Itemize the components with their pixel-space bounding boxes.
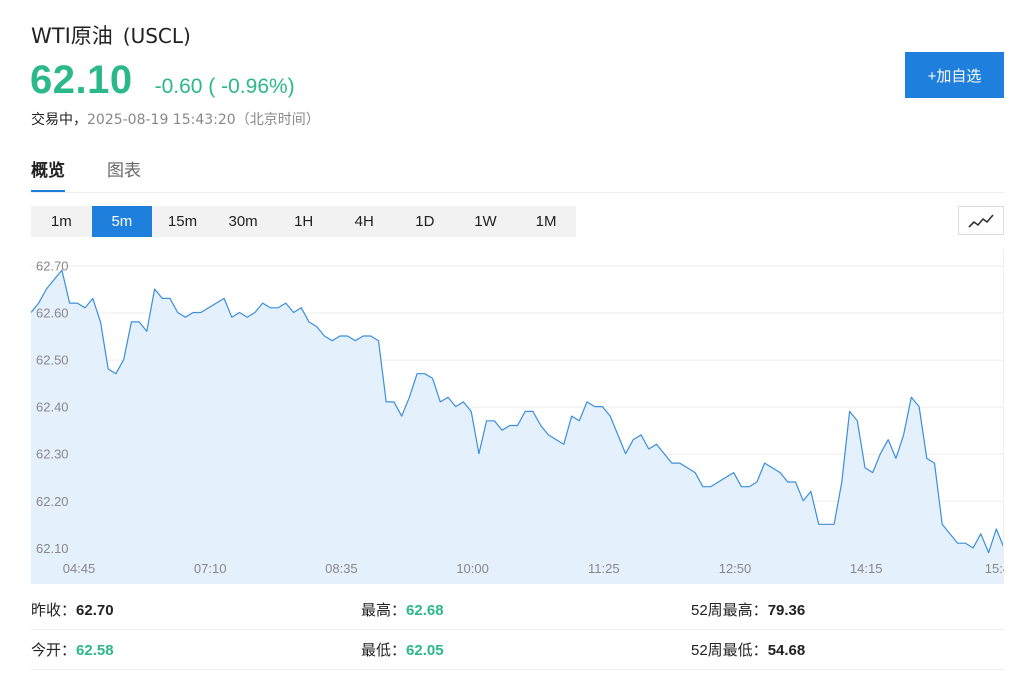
price-row: 62.10 -0.60 ( -0.96%)	[30, 58, 295, 103]
tab-bar: 概览 图表	[31, 156, 183, 193]
x-tick-label: 11:25	[588, 561, 620, 576]
interval-15m[interactable]: 15m	[152, 206, 213, 237]
stat-low: 最低： 62.05	[361, 639, 691, 660]
interval-30m[interactable]: 30m	[213, 206, 274, 237]
x-tick-label: 08:35	[325, 561, 358, 576]
instrument-name: WTI原油	[31, 24, 113, 48]
y-tick-label: 62.20	[36, 494, 69, 509]
stat-label: 今开：	[31, 642, 77, 659]
interval-4h[interactable]: 4H	[334, 206, 395, 237]
stat-value: 62.68	[406, 602, 444, 619]
stat-label: 最低：	[361, 642, 407, 659]
y-tick-label: 62.40	[36, 400, 69, 415]
interval-1w[interactable]: 1W	[455, 206, 516, 237]
y-tick-label: 62.60	[36, 305, 69, 320]
stat-label: 52周最高：	[691, 602, 768, 619]
stats-row: 昨收： 62.70 最高： 62.68 52周最高： 79.36	[31, 590, 1004, 630]
stat-52w-high: 52周最高： 79.36	[691, 599, 805, 620]
x-tick-label: 10:00	[456, 561, 489, 576]
last-price: 62.10	[30, 58, 133, 102]
stat-52w-low: 52周最低： 54.68	[691, 639, 805, 660]
stat-prev-close: 昨收： 62.70	[31, 599, 361, 620]
x-tick-label: 12:50	[719, 561, 752, 576]
stat-value: 79.36	[767, 602, 806, 619]
x-tick-label: 04:45	[63, 561, 96, 576]
price-chart-svg: 62.70 62.60 62.50 62.40 62.30 62.20 62.10 04:45…	[31, 250, 1004, 584]
instrument-code: (USCL)	[122, 24, 191, 48]
tab-chart[interactable]: 图表	[107, 156, 141, 193]
y-tick-label: 62.50	[36, 353, 69, 368]
status-timestamp: 2025-08-19 15:43:20（北京时间）	[87, 112, 320, 128]
tab-overview[interactable]: 概览	[31, 156, 65, 193]
x-tick-label: 14:15	[850, 561, 883, 576]
add-watchlist-button[interactable]: +加自选	[905, 52, 1004, 98]
x-tick-label: 15:4	[985, 561, 1004, 576]
stat-label: 52周最低：	[691, 642, 768, 659]
stat-open: 今开： 62.58	[31, 639, 361, 660]
stat-value: 62.70	[76, 602, 114, 619]
stat-value: 62.05	[406, 642, 444, 659]
stat-value: 54.68	[767, 642, 806, 659]
price-chart: 62.70 62.60 62.50 62.40 62.30 62.20 62.10 04:45…	[31, 250, 1004, 585]
interval-1d[interactable]: 1D	[395, 206, 456, 237]
y-tick-label: 62.10	[36, 541, 69, 556]
x-tick-label: 07:10	[194, 561, 227, 576]
chart-type-toggle[interactable]	[958, 206, 1004, 235]
status-label: 交易中，	[31, 112, 87, 128]
interval-1m[interactable]: 1m	[31, 206, 92, 237]
stat-value: 62.58	[76, 642, 114, 659]
stats-table: 昨收： 62.70 最高： 62.68 52周最高： 79.36 今开： 62.…	[31, 590, 1004, 670]
tab-divider	[31, 192, 1004, 193]
stat-label: 最高：	[361, 602, 407, 619]
y-tick-label: 62.30	[36, 447, 69, 462]
line-chart-icon	[968, 213, 994, 228]
y-tick-label: 62.70	[36, 258, 69, 273]
trading-status: 交易中，2025-08-19 15:43:20（北京时间）	[31, 109, 320, 129]
stat-high: 最高： 62.68	[361, 599, 691, 620]
interval-5m[interactable]: 5m	[91, 206, 153, 237]
interval-selector: 1m 5m 15m 30m 1H 4H 1D 1W 1M	[31, 206, 577, 237]
price-change: -0.60 ( -0.96%)	[154, 75, 295, 98]
stats-row: 今开： 62.58 最低： 62.05 52周最低： 54.68	[31, 630, 1004, 670]
interval-1mo[interactable]: 1M	[516, 206, 577, 237]
instrument-title: WTI原油 (USCL)	[31, 20, 191, 50]
interval-1h[interactable]: 1H	[273, 206, 334, 237]
stat-label: 昨收：	[31, 602, 77, 619]
